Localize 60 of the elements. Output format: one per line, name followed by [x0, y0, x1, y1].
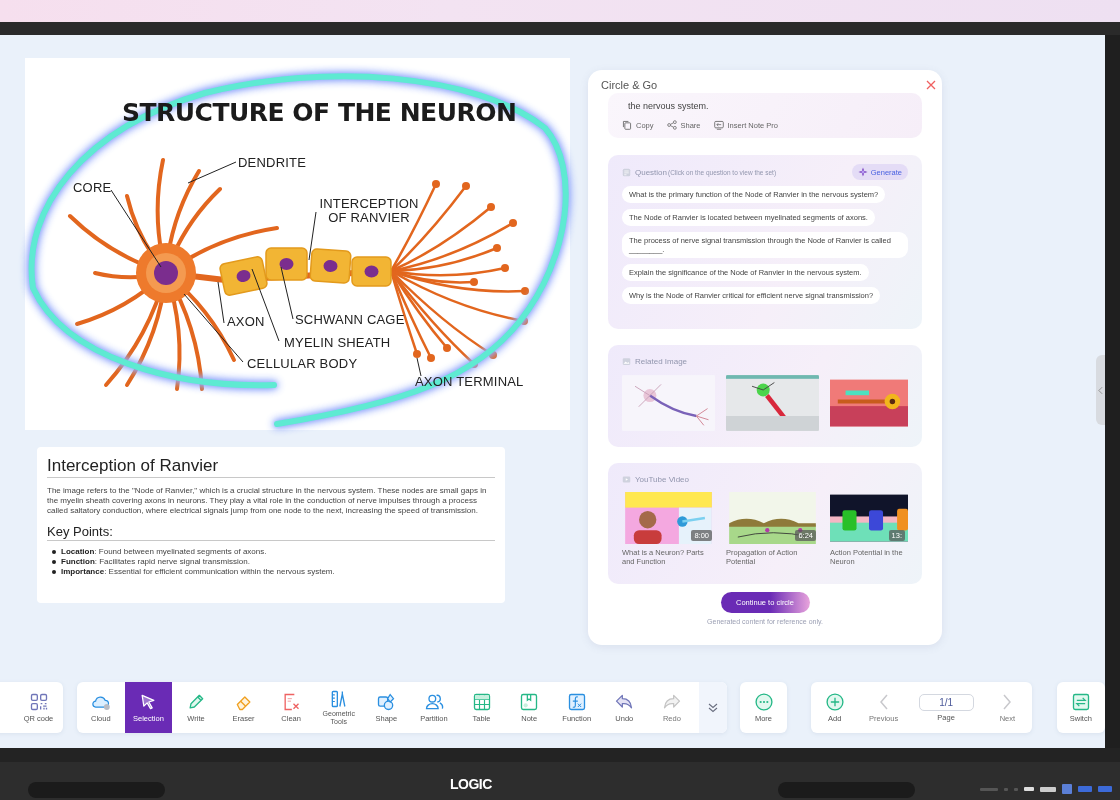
page-field[interactable]: 1/1	[918, 693, 974, 711]
diagram-label: MYELIN SHEATH	[284, 335, 391, 350]
chevron-left-icon	[879, 694, 888, 710]
note-paragraph: The image refers to the "Node of Ranvier," which is a crucial structure in the nervous system. These nodes are small gaps in the myelin sheath covering axons in neurons. They play a vital role in the conduction of nerve impulses through a process called saltatory conduction, where electrical signals jump from one node to the next, increasing the speed of transmission.	[47, 486, 488, 516]
undo-icon	[614, 692, 635, 712]
diagram-label: AXON	[227, 314, 265, 329]
close-icon	[926, 80, 936, 90]
panel-title: Circle & Go	[601, 79, 658, 91]
leader-line	[187, 161, 237, 184]
copy-icon	[622, 120, 632, 130]
port-icon	[1062, 784, 1072, 794]
diagram-label: SCHWANN CAGE	[295, 312, 405, 327]
key-point: Function: Facilitates rapid nerve signal transmission.	[61, 557, 250, 567]
share-icon	[666, 120, 677, 130]
port-icon	[1040, 786, 1056, 792]
section-title: Question	[635, 167, 668, 177]
qr-code-icon	[28, 692, 49, 712]
leader-line	[308, 211, 317, 261]
chevron-down-icon	[707, 702, 719, 713]
diagram-label: CORE	[73, 180, 112, 195]
bullet-icon	[52, 550, 56, 554]
answer-text: the nervous system.	[628, 101, 710, 111]
document-icon	[622, 167, 631, 177]
port-icon	[1004, 787, 1008, 791]
sparkle-icon	[857, 167, 868, 177]
port-icon	[980, 787, 998, 791]
more-icon	[753, 692, 774, 712]
note-icon	[519, 692, 540, 712]
people-icon	[423, 692, 444, 712]
section-title: Related Image	[635, 356, 688, 366]
diagram-label: DENDRITE	[238, 155, 307, 170]
brand-logo: LOGIC	[450, 776, 492, 792]
side-handle[interactable]	[1096, 355, 1105, 425]
note-heading: Interception of Ranvier	[47, 456, 495, 478]
key-point: Importance: Essential for efficient communication within the nervous system.	[61, 567, 335, 577]
table-icon	[471, 692, 492, 712]
leader-line	[416, 357, 422, 377]
shapes-icon	[376, 692, 397, 712]
bullet-icon	[52, 560, 56, 564]
note-heading: Key Points:	[47, 524, 495, 541]
port-icon	[1098, 786, 1112, 792]
chevron-left-icon	[1098, 385, 1103, 395]
close-button[interactable]	[925, 79, 937, 91]
section-title: YouTube Video	[635, 474, 689, 484]
play-icon	[622, 474, 631, 484]
diagram-label: CELLULAR BODY	[247, 356, 358, 371]
redo-icon	[661, 692, 682, 712]
expand-button[interactable]	[699, 682, 727, 733]
bullet-icon	[52, 570, 56, 574]
switch-icon	[1070, 692, 1091, 712]
insert-icon	[713, 120, 724, 130]
function-icon	[566, 692, 587, 712]
diagram-label: INTERCEPTION OF RANVIER	[319, 197, 419, 225]
chevron-right-icon	[1003, 694, 1012, 710]
key-point: Location: Found between myelinated segments of axons.	[61, 547, 267, 557]
image-icon	[622, 356, 631, 366]
add-icon	[824, 692, 845, 712]
diagram-label: AXON TERMINAL	[415, 374, 524, 389]
port-icon	[1014, 787, 1018, 791]
port-icon	[1078, 786, 1092, 792]
